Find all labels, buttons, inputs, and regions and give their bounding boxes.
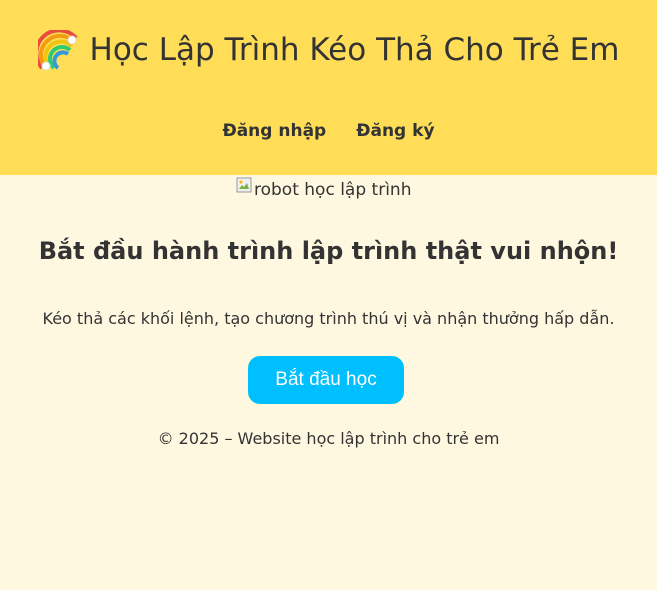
footer-text: © 2025 – Website học lập trình cho trẻ e… bbox=[157, 429, 500, 448]
site-title: Học Lập Trình Kéo Thả Cho Trẻ Em bbox=[0, 30, 657, 70]
site-header: Học Lập Trình Kéo Thả Cho Trẻ Em Đăng nh… bbox=[0, 0, 657, 175]
site-title-text: Học Lập Trình Kéo Thả Cho Trẻ Em bbox=[89, 32, 620, 68]
hero-title: Bắt đầu hành trình lập trình thật vui nh… bbox=[38, 237, 619, 265]
hero-image-alt-text: robot học lập trình bbox=[254, 180, 412, 200]
hero-description: Kéo thả các khối lệnh, tạo chương trình … bbox=[42, 309, 615, 328]
rainbow-icon bbox=[37, 30, 78, 70]
start-learning-button[interactable]: Bắt đầu học bbox=[248, 356, 404, 404]
broken-image-icon bbox=[236, 177, 252, 193]
register-link[interactable]: Đăng ký bbox=[356, 121, 434, 141]
login-link[interactable]: Đăng nhập bbox=[222, 121, 326, 141]
main-nav: Đăng nhập Đăng ký bbox=[0, 121, 657, 141]
hero-image: robot học lập trình bbox=[236, 175, 411, 205]
